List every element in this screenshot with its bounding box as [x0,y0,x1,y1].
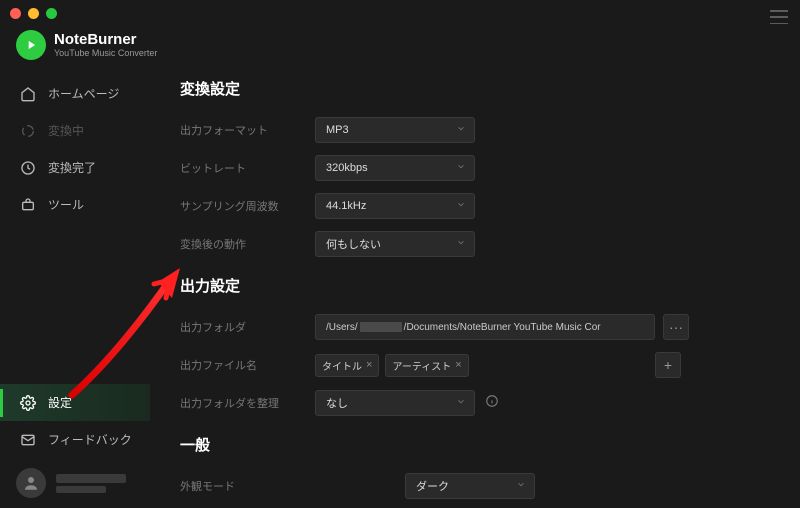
clock-icon [20,160,36,176]
window-traffic-lights [0,6,57,21]
avatar-icon [16,468,46,498]
chevron-down-icon [456,124,466,137]
select-after-convert[interactable]: 何もしない [315,231,475,257]
label-output-format: 出力フォーマット [180,122,315,138]
account-placeholder [56,474,126,493]
select-value: 44.1kHz [326,200,366,212]
label-output-filename: 出力ファイル名 [180,357,315,373]
sidebar-item-converted[interactable]: 変換完了 [0,149,150,186]
gear-icon [20,395,36,411]
sidebar-item-label: 設定 [48,394,72,411]
obscured-username [360,322,402,332]
filename-tags: タイトル × アーティスト × [315,352,515,378]
spinner-icon [20,123,36,139]
select-output-format[interactable]: MP3 [315,117,475,143]
label-sample-rate: サンプリング周波数 [180,198,315,214]
select-value: 何もしない [326,236,381,252]
sidebar-item-converting[interactable]: 変換中 [0,112,150,149]
select-bitrate[interactable]: 320kbps [315,155,475,181]
home-icon [20,86,36,102]
toolbox-icon [20,197,36,213]
maximize-window-button[interactable] [46,8,57,19]
tag-artist[interactable]: アーティスト × [385,354,468,377]
chevron-down-icon [456,238,466,251]
select-organize-folder[interactable]: なし [315,390,475,416]
label-after-convert: 変換後の動作 [180,236,315,252]
sidebar-item-label: 変換中 [48,122,84,139]
chevron-down-icon [456,162,466,175]
section-title-output: 出力設定 [180,275,772,296]
tag-title[interactable]: タイトル × [315,354,379,377]
app-subtitle: YouTube Music Converter [54,48,157,58]
sidebar-item-feedback[interactable]: フィードバック [0,421,150,458]
remove-tag-icon[interactable]: × [455,359,461,371]
sidebar-item-settings[interactable]: 設定 [0,384,150,421]
label-organize-folder: 出力フォルダを整理 [180,395,315,411]
app-name: NoteBurner [54,32,157,49]
app-logo: NoteBurner YouTube Music Converter [16,30,157,60]
sidebar-item-tools[interactable]: ツール [0,186,150,223]
chevron-down-icon [456,200,466,213]
select-appearance[interactable]: ダーク [405,473,535,499]
browse-folder-button[interactable]: ··· [663,314,689,340]
info-icon[interactable] [485,394,499,413]
select-value: ダーク [416,478,449,494]
add-tag-button[interactable]: + [655,352,681,378]
sidebar-item-label: 変換完了 [48,159,96,176]
minimize-window-button[interactable] [28,8,39,19]
remove-tag-icon[interactable]: × [366,359,372,371]
settings-panel: 変換設定 出力フォーマット MP3 ビットレート 320kbps サンプリング周… [160,60,792,508]
select-value: MP3 [326,124,349,136]
sidebar-item-home[interactable]: ホームページ [0,75,150,112]
sidebar-item-label: フィードバック [48,431,132,448]
label-output-folder: 出力フォルダ [180,319,315,335]
mail-icon [20,432,36,448]
section-title-general: 一般 [180,434,772,455]
close-window-button[interactable] [10,8,21,19]
label-bitrate: ビットレート [180,160,315,176]
chevron-down-icon [516,480,526,493]
section-title-convert: 変換設定 [180,78,772,99]
sidebar-item-label: ツール [48,196,84,213]
output-folder-path[interactable]: /Users//Documents/NoteBurner YouTube Mus… [315,314,655,340]
sidebar-bottom: 設定 フィードバック [0,384,150,508]
chevron-down-icon [456,397,466,410]
account-row[interactable] [0,458,150,508]
select-value: 320kbps [326,162,368,174]
menu-icon[interactable] [770,10,788,24]
sidebar-item-label: ホームページ [48,85,119,102]
logo-play-icon [16,30,46,60]
select-value: なし [326,395,348,411]
label-appearance: 外観モード [180,478,405,494]
select-sample-rate[interactable]: 44.1kHz [315,193,475,219]
